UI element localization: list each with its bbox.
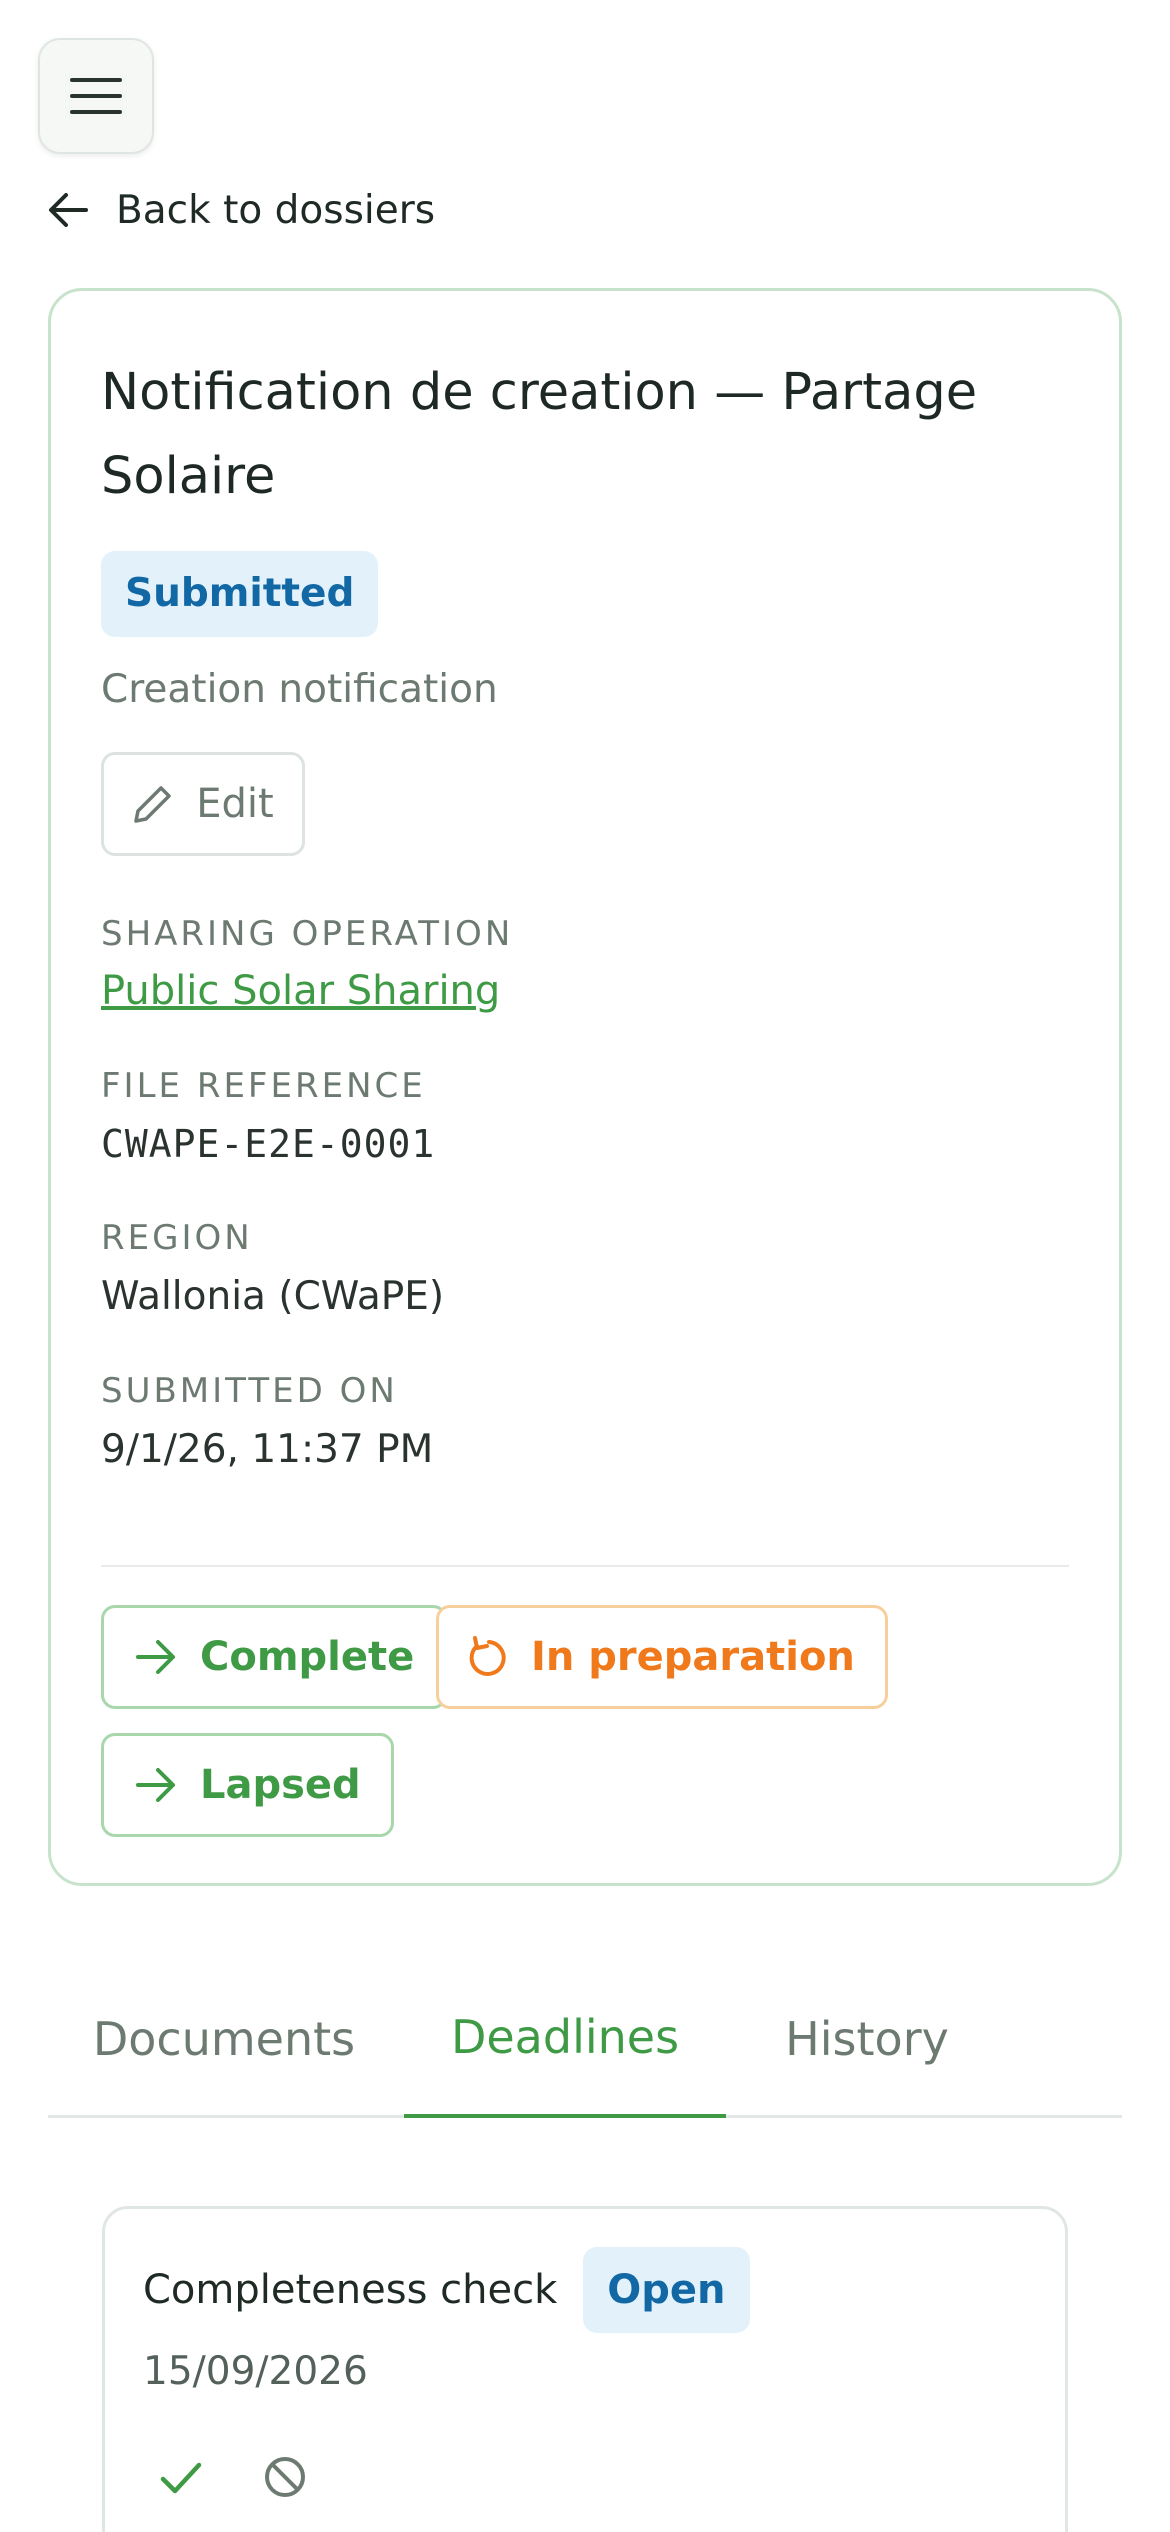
status-badge: Submitted xyxy=(101,551,379,637)
edit-button[interactable]: Edit xyxy=(101,752,305,856)
arrow-right-icon xyxy=(136,1768,175,1802)
deadline-status-badge: Open xyxy=(583,2247,750,2333)
edit-button-label: Edit xyxy=(196,781,274,827)
complete-button[interactable]: Complete xyxy=(101,1605,448,1709)
arrow-left-icon xyxy=(49,193,88,227)
divider xyxy=(101,1565,1069,1567)
field-value: 9/1/26, 11:37 PM xyxy=(101,1427,434,1472)
field-label: SHARING OPERATION xyxy=(101,914,514,954)
field-value: CWAPE-E2E-0001 xyxy=(101,1122,436,1166)
menu-button[interactable] xyxy=(38,38,154,154)
in-preparation-button-label: In preparation xyxy=(531,1634,855,1680)
tab-deadlines[interactable]: Deadlines xyxy=(404,1960,726,2118)
tab-documents[interactable]: Documents xyxy=(93,1960,355,2118)
tab-bar: Documents Deadlines History xyxy=(48,1960,1122,2118)
field-submitted-on: SUBMITTED ON 9/1/26, 11:37 PM xyxy=(101,1371,1069,1472)
undo-icon xyxy=(469,1636,506,1676)
arrow-right-icon xyxy=(136,1640,175,1674)
page-title: Notification de creation — Partage Solai… xyxy=(101,363,978,506)
deadline-card: Completeness check Open 15/09/2026 xyxy=(102,2206,1068,2532)
deadline-title: Completeness check xyxy=(143,2267,558,2313)
in-preparation-button[interactable]: In preparation xyxy=(436,1605,888,1709)
hamburger-icon xyxy=(70,78,122,114)
deadline-date: 15/09/2026 xyxy=(143,2349,368,2394)
dossier-type: Creation notification xyxy=(101,667,498,712)
pencil-icon xyxy=(134,786,172,823)
field-sharing-operation: SHARING OPERATION Public Solar Sharing xyxy=(101,914,1069,1014)
field-region: REGION Wallonia (CWaPE) xyxy=(101,1218,1069,1319)
sharing-operation-link[interactable]: Public Solar Sharing xyxy=(101,968,500,1014)
back-link[interactable]: Back to dossiers xyxy=(46,182,435,238)
field-label: REGION xyxy=(101,1218,253,1258)
dossier-card: Notification de creation — Partage Solai… xyxy=(48,288,1122,1886)
lapsed-button-label: Lapsed xyxy=(200,1762,361,1808)
complete-button-label: Complete xyxy=(200,1634,415,1680)
check-icon[interactable] xyxy=(157,2453,205,2501)
field-label: SUBMITTED ON xyxy=(101,1371,398,1411)
tab-history[interactable]: History xyxy=(774,1960,960,2118)
ban-icon[interactable] xyxy=(261,2453,309,2501)
back-link-label: Back to dossiers xyxy=(116,187,436,233)
lapsed-button[interactable]: Lapsed xyxy=(101,1733,394,1837)
field-value: Wallonia (CWaPE) xyxy=(101,1274,445,1319)
field-file-reference: FILE REFERENCE CWAPE-E2E-0001 xyxy=(101,1066,1069,1166)
field-label: FILE REFERENCE xyxy=(101,1066,426,1106)
